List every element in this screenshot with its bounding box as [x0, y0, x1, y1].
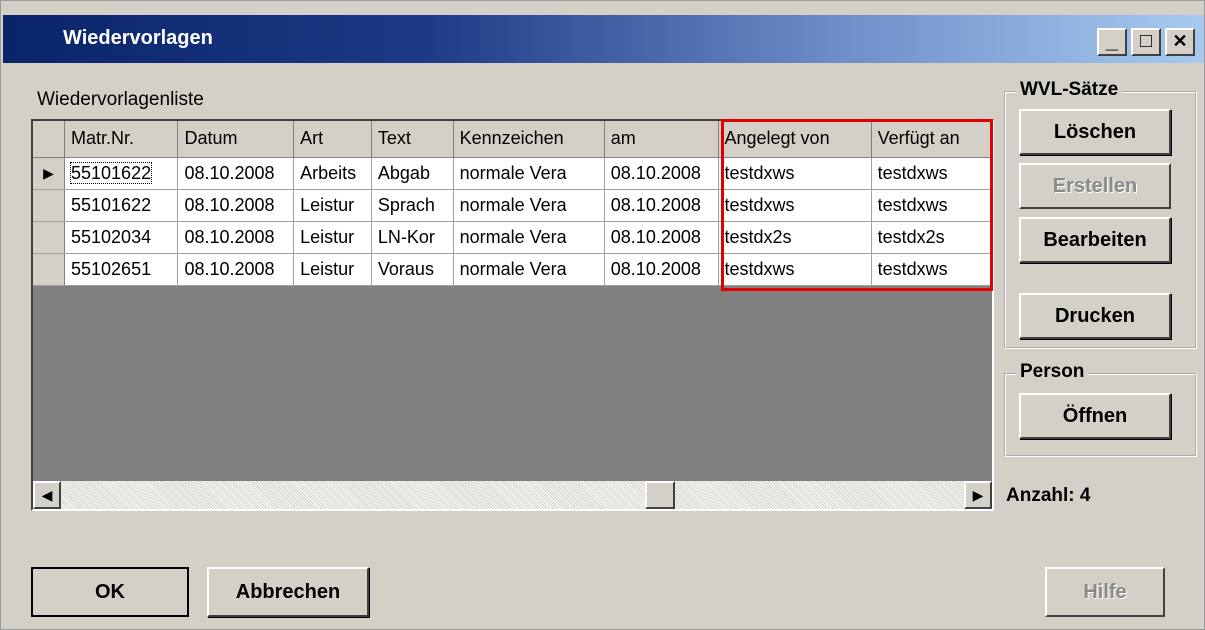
minimize-button[interactable]: _	[1097, 28, 1127, 56]
row-indicator	[33, 189, 65, 222]
window-title: Wiedervorlagen	[63, 27, 213, 49]
table-cell[interactable]: 55101622	[64, 189, 179, 222]
title-bar[interactable]: Wiedervorlagen _ □ ✕	[3, 15, 1204, 63]
maximize-button[interactable]: □	[1131, 28, 1161, 56]
horizontal-scrollbar[interactable]: ◀ ▶	[33, 481, 992, 509]
scroll-thumb[interactable]	[645, 481, 675, 509]
column-header[interactable]: Datum	[177, 121, 295, 158]
column-header[interactable]: Text	[371, 121, 454, 158]
list-frame-label: Wiedervorlagenliste	[37, 89, 204, 110]
table-cell[interactable]: LN-Kor	[371, 221, 454, 254]
close-button[interactable]: ✕	[1165, 28, 1195, 56]
table-cell[interactable]: 08.10.2008	[177, 157, 295, 190]
table-cell[interactable]: 08.10.2008	[177, 253, 295, 286]
row-indicator-header	[33, 121, 65, 158]
table-cell[interactable]: 08.10.2008	[177, 221, 295, 254]
table-cell[interactable]: Sprach	[371, 189, 454, 222]
table-cell[interactable]: Leistur	[293, 221, 372, 254]
table-cell[interactable]: 08.10.2008	[604, 157, 719, 190]
current-row-indicator: ▶	[33, 157, 65, 190]
column-header[interactable]: Matr.Nr.	[64, 121, 179, 158]
table-cell[interactable]: 55101622	[64, 157, 179, 190]
ok-button[interactable]: OK	[31, 567, 189, 617]
delete-button[interactable]: Löschen	[1019, 109, 1171, 155]
create-button[interactable]: Erstellen	[1019, 163, 1171, 209]
column-header[interactable]: Kennzeichen	[453, 121, 605, 158]
table-cell[interactable]: Leistur	[293, 253, 372, 286]
table-cell[interactable]: 08.10.2008	[177, 189, 295, 222]
table-cell[interactable]: Abgab	[371, 157, 454, 190]
person-group-caption: Person	[1016, 361, 1089, 383]
open-person-button[interactable]: Öffnen	[1019, 393, 1171, 439]
record-count: Anzahl: 4	[1006, 485, 1091, 506]
wvl-group-caption: WVL-Sätze	[1016, 79, 1123, 101]
row-indicator	[33, 221, 65, 254]
table-cell[interactable]: 08.10.2008	[604, 189, 719, 222]
table-cell[interactable]: 55102651	[64, 253, 179, 286]
scroll-left-button[interactable]: ◀	[33, 481, 61, 509]
scroll-right-button[interactable]: ▶	[964, 481, 992, 509]
table-cell[interactable]: normale Vera	[453, 221, 605, 254]
print-button[interactable]: Drucken	[1019, 293, 1171, 339]
column-header[interactable]: Art	[293, 121, 372, 158]
table-cell[interactable]: normale Vera	[453, 253, 605, 286]
table-cell[interactable]: Leistur	[293, 189, 372, 222]
table-cell[interactable]: 08.10.2008	[604, 221, 719, 254]
help-button[interactable]: Hilfe	[1045, 567, 1165, 617]
highlight-box	[721, 119, 993, 291]
table-cell[interactable]: 08.10.2008	[604, 253, 719, 286]
dialog-window: Wiedervorlagen _ □ ✕ Wiedervorlagenliste…	[0, 0, 1205, 630]
edit-button[interactable]: Bearbeiten	[1019, 217, 1171, 263]
table-cell[interactable]: 55102034	[64, 221, 179, 254]
table-cell[interactable]: Arbeits	[293, 157, 372, 190]
table-cell[interactable]: normale Vera	[453, 189, 605, 222]
row-indicator	[33, 253, 65, 286]
table-cell[interactable]: normale Vera	[453, 157, 605, 190]
column-header[interactable]: am	[604, 121, 719, 158]
cancel-button[interactable]: Abbrechen	[207, 567, 369, 617]
table-cell[interactable]: Voraus	[371, 253, 454, 286]
